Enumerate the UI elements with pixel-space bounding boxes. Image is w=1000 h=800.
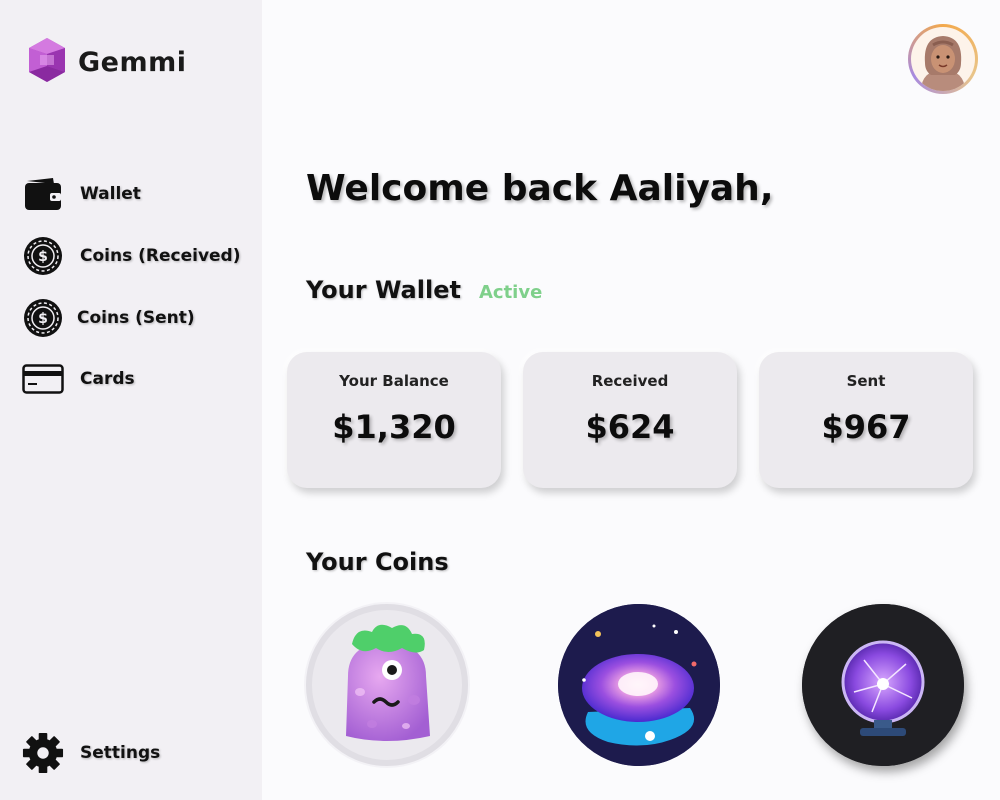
card-label: Received (591, 372, 669, 390)
sidebar-item-label: Cards (80, 369, 135, 389)
coin-item[interactable] (558, 604, 720, 766)
wallet-cards: Your Balance $1,320 Received $624 Sent $… (287, 352, 973, 488)
svg-text:$: $ (38, 311, 48, 327)
sidebar-item-settings[interactable]: Settings (22, 732, 160, 774)
svg-text:$: $ (38, 249, 48, 265)
brand-name: Gemmi (78, 46, 187, 78)
wallet-header: Your Wallet Active (306, 276, 542, 304)
sidebar-item-label: Coins (Sent) (77, 308, 195, 328)
card-value: $624 (585, 408, 675, 446)
credit-card-icon (22, 358, 64, 400)
page-title: Welcome back Aaliyah, (306, 168, 774, 209)
status-badge: Active (478, 282, 543, 303)
coin-item[interactable] (306, 604, 468, 766)
sidebar-item-coins-received[interactable]: $ Coins (Received) (22, 235, 241, 277)
main-content: Welcome back Aaliyah, Your Wallet Active… (262, 0, 1000, 800)
card-value: $1,320 (332, 408, 456, 446)
dollar-coin-icon: $ (22, 235, 64, 277)
sidebar-item-wallet[interactable]: Wallet (22, 173, 141, 215)
wallet-icon (22, 173, 64, 215)
coins-title: Your Coins (306, 548, 449, 576)
brand[interactable]: Gemmi (26, 36, 187, 88)
card-label: Sent (846, 372, 886, 390)
wallet-title: Your Wallet (306, 276, 461, 304)
balance-card[interactable]: Your Balance $1,320 (287, 352, 501, 488)
sidebar-item-label: Settings (80, 743, 161, 763)
sidebar: Gemmi Wallet $ Coins (Received) $ Coins … (0, 0, 262, 800)
dollar-coin-icon: $ (22, 297, 64, 339)
card-label: Your Balance (339, 372, 449, 390)
coin-item[interactable] (802, 604, 964, 766)
avatar-icon (911, 27, 975, 91)
received-card[interactable]: Received $624 (523, 352, 737, 488)
sent-card[interactable]: Sent $967 (759, 352, 973, 488)
user-avatar[interactable] (908, 24, 978, 94)
purple-monster-coin-icon (306, 624, 468, 766)
plasma-ball-coin-icon (802, 604, 964, 766)
gear-icon (22, 732, 64, 774)
sidebar-item-cards[interactable]: Cards (22, 358, 135, 400)
sidebar-item-coins-sent[interactable]: $ Coins (Sent) (22, 297, 195, 339)
sidebar-item-label: Wallet (80, 184, 141, 204)
sidebar-item-label: Coins (Received) (80, 246, 241, 266)
gem-logo-icon (26, 36, 68, 88)
galaxy-coin-icon (558, 604, 720, 766)
card-value: $967 (821, 408, 911, 446)
